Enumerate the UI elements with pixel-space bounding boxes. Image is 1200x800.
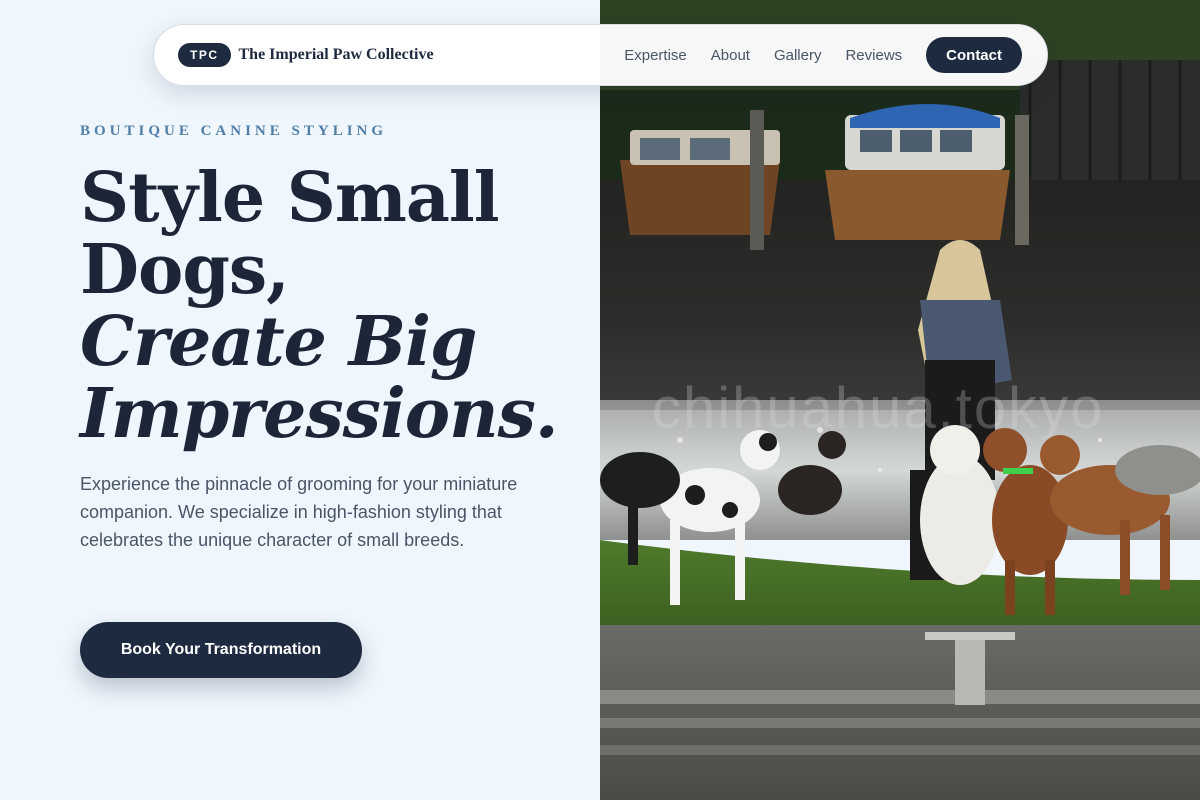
nav-link-reviews[interactable]: Reviews (845, 47, 902, 64)
nav-link-expertise[interactable]: Expertise (624, 47, 687, 64)
headline-line-3: Create Big (80, 302, 477, 382)
nav-links: Expertise About Gallery Reviews Contact (624, 37, 1022, 73)
headline-line-2: Dogs, (80, 230, 290, 310)
headline-line-1: Style Small (80, 158, 500, 238)
boat-right (825, 104, 1010, 240)
nav-link-about[interactable]: About (711, 47, 750, 64)
hero-eyebrow: BOUTIQUE CANINE STYLING (80, 123, 388, 139)
hero-text-panel: BOUTIQUE CANINE STYLING Style Small Dogs… (0, 0, 600, 800)
brand-name: The Imperial Paw Collective (238, 46, 434, 63)
dogs-by-river-photo: chihuahua.tokyo (600, 0, 1200, 800)
watermark-text: chihuahua.tokyo (652, 376, 1104, 441)
nav-link-gallery[interactable]: Gallery (774, 47, 822, 64)
contact-button[interactable]: Contact (926, 37, 1022, 73)
brand[interactable]: TPC The Imperial Paw Collective (178, 43, 434, 67)
hero-description: Experience the pinnacle of grooming for … (80, 474, 518, 550)
brand-badge: TPC (178, 43, 231, 67)
headline-line-4: Impressions. (80, 374, 559, 454)
book-transformation-button[interactable]: Book Your Transformation (80, 622, 362, 678)
landing-page: BOUTIQUE CANINE STYLING Style Small Dogs… (0, 0, 1200, 800)
hero-photo: chihuahua.tokyo (600, 0, 1200, 800)
top-navigation: TPC The Imperial Paw Collective Expertis… (153, 24, 1048, 86)
hero-headline: Style Small Dogs, Create Big Impressions… (80, 162, 590, 450)
